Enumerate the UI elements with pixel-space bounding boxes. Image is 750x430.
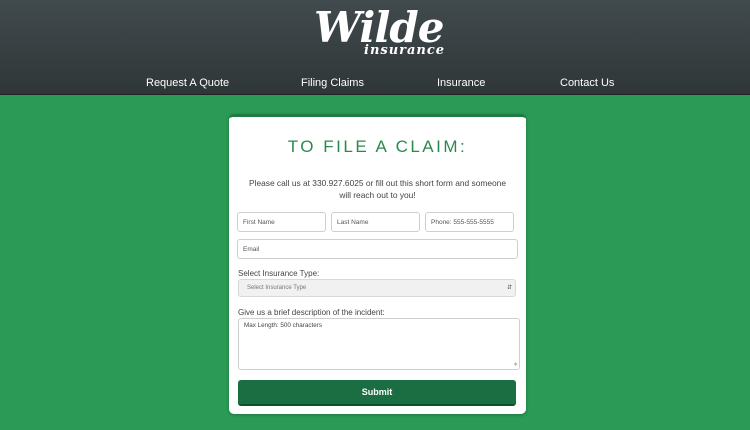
submit-button[interactable]: Submit bbox=[238, 380, 516, 406]
email-field[interactable] bbox=[237, 239, 518, 259]
nav-item-filing-claims[interactable]: Filing Claims bbox=[301, 77, 364, 89]
wilde-insurance-logo[interactable]: Wilde insurance bbox=[0, 6, 750, 62]
nav-item-contact-us[interactable]: Contact Us bbox=[560, 77, 614, 89]
first-name-field[interactable] bbox=[237, 212, 326, 232]
site-header: Wilde insurance Request A Quote Filing C… bbox=[0, 0, 750, 95]
description-label: Give us a brief description of the incid… bbox=[238, 308, 385, 317]
phone-field[interactable] bbox=[425, 212, 514, 232]
incident-description-textarea[interactable]: Max Length: 500 characters ∗ bbox=[238, 318, 520, 370]
page-title: TO FILE A CLAIM: bbox=[287, 137, 468, 156]
last-name-field[interactable] bbox=[331, 212, 420, 232]
claim-intro-text: Please call us at 330.927.6025 or fill o… bbox=[249, 178, 506, 200]
main-nav: Request A Quote Filing Claims Insurance … bbox=[0, 77, 750, 91]
description-placeholder: Max Length: 500 characters bbox=[244, 322, 323, 329]
insurance-type-select[interactable]: Select Insurance Type ⇵ bbox=[238, 279, 516, 297]
logo-subtitle: insurance bbox=[364, 43, 446, 58]
nav-item-insurance[interactable]: Insurance bbox=[437, 77, 485, 89]
resize-handle-icon[interactable]: ∗ bbox=[513, 362, 518, 368]
nav-item-request-a-quote[interactable]: Request A Quote bbox=[146, 77, 229, 89]
claim-form-card: TO FILE A CLAIM: Please call us at 330.9… bbox=[229, 114, 526, 414]
insurance-type-label: Select Insurance Type: bbox=[238, 269, 320, 278]
select-updown-icon: ⇵ bbox=[506, 285, 512, 291]
insurance-type-selected-value: Select Insurance Type bbox=[247, 285, 307, 291]
